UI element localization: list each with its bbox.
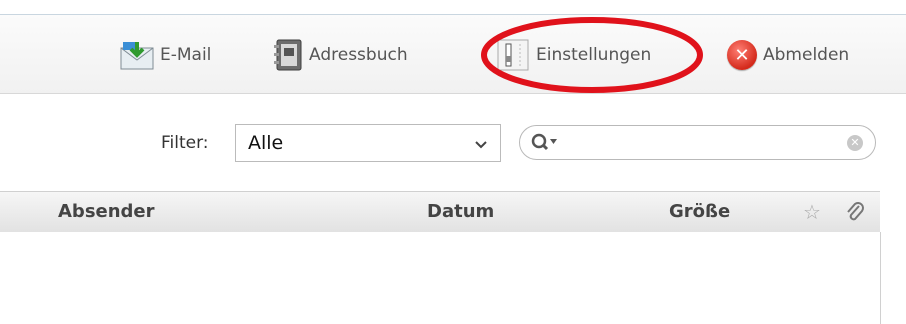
logout-icon: ✕ [727, 40, 757, 70]
addressbook-label: Adressbuch [309, 45, 408, 65]
message-list [0, 232, 881, 324]
message-list-header: Absender Datum Größe ☆ [0, 191, 880, 233]
settings-icon [496, 38, 530, 72]
clear-search-icon[interactable]: ✕ [847, 135, 863, 151]
top-toolbar: E-Mail Adressbuch Einstellungen ✕ Abmeld… [0, 14, 906, 94]
email-label: E-Mail [160, 45, 212, 65]
settings-label: Einstellungen [536, 45, 652, 65]
email-button[interactable]: E-Mail [120, 35, 211, 75]
settings-button[interactable]: Einstellungen [496, 35, 651, 75]
filter-label: Filter: [161, 133, 209, 153]
star-icon[interactable]: ☆ [803, 200, 821, 224]
filter-select[interactable]: Alle [235, 124, 501, 162]
column-sender[interactable]: Absender [58, 201, 155, 222]
addressbook-button[interactable]: Adressbuch [273, 35, 408, 75]
search-icon[interactable] [530, 132, 558, 154]
column-size[interactable]: Größe [669, 201, 730, 222]
window-top-strip [0, 0, 906, 14]
addressbook-icon [273, 39, 303, 71]
search-input[interactable]: ✕ [519, 125, 876, 160]
logout-label: Abmelden [763, 45, 850, 65]
email-icon [120, 40, 154, 70]
column-date[interactable]: Datum [427, 201, 494, 222]
filter-selected-value: Alle [248, 132, 284, 154]
attachment-icon[interactable] [845, 201, 865, 223]
logout-button[interactable]: ✕ Abmelden [727, 35, 849, 75]
chevron-down-icon [475, 141, 487, 149]
